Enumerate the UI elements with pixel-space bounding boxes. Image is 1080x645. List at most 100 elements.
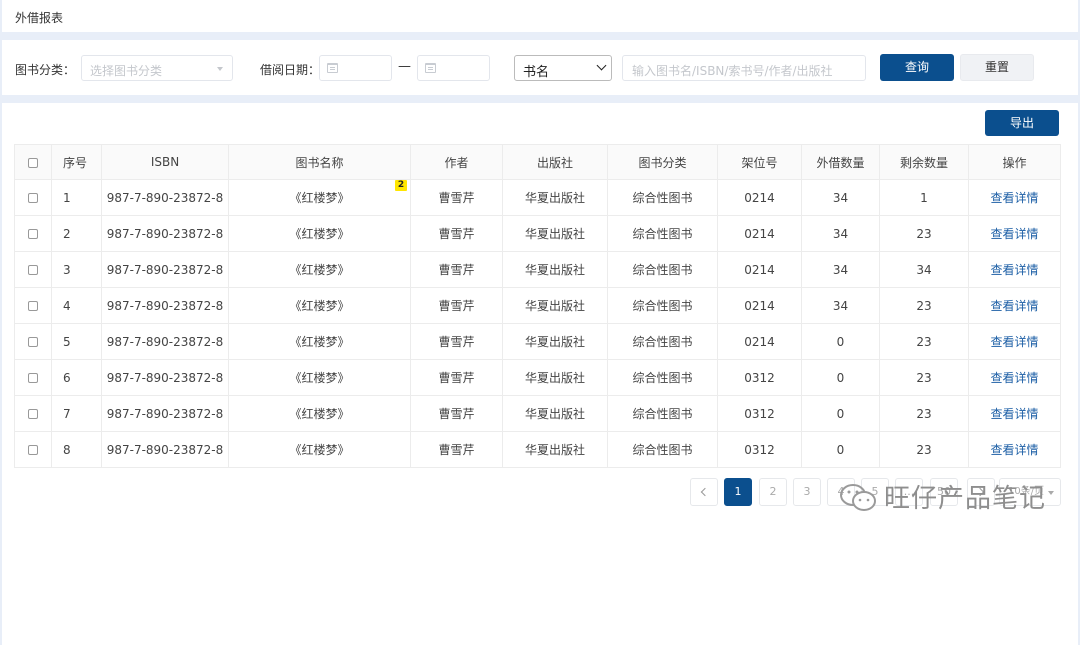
cell-author: 曹雪芹 — [410, 431, 503, 468]
category-placeholder: 选择图书分类 — [90, 64, 163, 78]
table-row: 3 987-7-890-23872-8 《红楼梦》 曹雪芹 华夏出版社 综合性图书 0214… — [14, 251, 1061, 288]
cell-category: 综合性图书 — [607, 215, 718, 252]
export-button[interactable]: 导出 — [985, 110, 1059, 136]
cell-no: 5 — [51, 323, 102, 360]
chevron-left-icon — [700, 487, 710, 497]
date-start-input[interactable] — [319, 55, 392, 81]
cell-isbn: 987-7-890-23872-8 — [101, 395, 229, 432]
cell-lent: 0 — [801, 323, 880, 360]
page-button[interactable]: 2 — [759, 478, 787, 506]
cell-isbn: 987-7-890-23872-8 — [101, 287, 229, 324]
prev-page-button[interactable] — [690, 478, 718, 506]
cell-title: 《红楼梦》 — [228, 431, 411, 468]
page-button[interactable]: 3 — [793, 478, 821, 506]
page-title: 外借报表 — [15, 11, 64, 25]
column-header: 剩余数量 — [879, 144, 969, 180]
row-checkbox[interactable] — [14, 359, 52, 396]
calendar-icon — [327, 63, 338, 73]
chevron-down-icon — [596, 60, 607, 71]
cell-title: 《红楼梦》 — [228, 251, 411, 288]
cell-remaining: 23 — [879, 431, 969, 468]
select-all-checkbox[interactable] — [14, 144, 52, 180]
cell-lent: 34 — [801, 287, 880, 324]
caret-down-icon — [217, 67, 223, 71]
table-row: 5 987-7-890-23872-8 《红楼梦》 曹雪芹 华夏出版社 综合性图书 0214… — [14, 323, 1061, 360]
view-details-link[interactable]: 查看详情 — [990, 443, 1038, 457]
row-checkbox[interactable] — [14, 179, 52, 216]
column-header: ISBN — [101, 144, 229, 180]
watermark-text: 旺仔产品笔记 — [884, 484, 1047, 514]
row-checkbox[interactable] — [14, 395, 52, 432]
action-cell: 查看详情 — [968, 287, 1061, 324]
action-cell: 查看详情 — [968, 251, 1061, 288]
page-button[interactable]: 1 — [724, 478, 752, 506]
cell-isbn: 987-7-890-23872-8 — [101, 359, 229, 396]
search-field-select[interactable]: 书名 — [514, 55, 612, 81]
cell-remaining: 23 — [879, 323, 969, 360]
cell-category: 综合性图书 — [607, 323, 718, 360]
table-row: 2 987-7-890-23872-8 《红楼梦》 曹雪芹 华夏出版社 综合性图书 0214… — [14, 215, 1061, 252]
column-header: 作者 — [410, 144, 503, 180]
cell-author: 曹雪芹 — [410, 179, 503, 216]
view-details-link[interactable]: 查看详情 — [990, 191, 1038, 205]
annotation-badge: 2 — [395, 180, 407, 191]
title-bar: 外借报表 — [2, 0, 1078, 32]
cell-publisher: 华夏出版社 — [502, 251, 608, 288]
cell-no: 2 — [51, 215, 102, 252]
cell-remaining: 23 — [879, 215, 969, 252]
action-cell: 查看详情 — [968, 395, 1061, 432]
cell-no: 7 — [51, 395, 102, 432]
row-checkbox[interactable] — [14, 251, 52, 288]
column-header: 图书名称 — [228, 144, 411, 180]
view-details-link[interactable]: 查看详情 — [990, 227, 1038, 241]
table-row: 6 987-7-890-23872-8 《红楼梦》 曹雪芹 华夏出版社 综合性图书 0312… — [14, 359, 1061, 396]
view-details-link[interactable]: 查看详情 — [990, 371, 1038, 385]
cell-no: 6 — [51, 359, 102, 396]
cell-remaining: 23 — [879, 395, 969, 432]
cell-author: 曹雪芹 — [410, 359, 503, 396]
cell-no: 1 — [51, 179, 102, 216]
column-header: 出版社 — [502, 144, 608, 180]
row-checkbox[interactable] — [14, 287, 52, 324]
date-end-input[interactable] — [417, 55, 490, 81]
cell-publisher: 华夏出版社 — [502, 323, 608, 360]
filter-bar: 图书分类： 选择图书分类 借阅日期： — 书名 输入图书名/ISBN/索书号/作… — [2, 40, 1078, 95]
date-label: 借阅日期： — [260, 63, 321, 77]
cell-author: 曹雪芹 — [410, 287, 503, 324]
cell-shelf: 0312 — [717, 359, 802, 396]
view-details-link[interactable]: 查看详情 — [990, 299, 1038, 313]
checkbox-icon — [28, 157, 38, 168]
cell-lent: 0 — [801, 395, 880, 432]
table-row: 1 987-7-890-23872-8 《红楼梦》 2 曹雪芹 华夏出版社 综合性图书 021… — [14, 179, 1061, 216]
action-cell: 查看详情 — [968, 359, 1061, 396]
cell-shelf: 0214 — [717, 251, 802, 288]
cell-lent: 34 — [801, 251, 880, 288]
view-details-link[interactable]: 查看详情 — [990, 263, 1038, 277]
cell-remaining: 23 — [879, 359, 969, 396]
view-details-link[interactable]: 查看详情 — [990, 407, 1038, 421]
cell-title: 《红楼梦》 — [228, 323, 411, 360]
row-checkbox[interactable] — [14, 323, 52, 360]
search-input[interactable]: 输入图书名/ISBN/索书号/作者/出版社 — [622, 55, 866, 81]
row-checkbox[interactable] — [14, 215, 52, 252]
query-button[interactable]: 查询 — [880, 54, 954, 81]
checkbox-icon — [28, 193, 38, 203]
cell-title: 《红楼梦》 — [228, 287, 411, 324]
column-header: 操作 — [968, 144, 1061, 180]
search-field-value: 书名 — [523, 65, 550, 80]
reset-button[interactable]: 重置 — [960, 54, 1034, 81]
cell-author: 曹雪芹 — [410, 215, 503, 252]
action-cell: 查看详情 — [968, 431, 1061, 468]
cell-category: 综合性图书 — [607, 287, 718, 324]
table-row: 4 987-7-890-23872-8 《红楼梦》 曹雪芹 华夏出版社 综合性图书 0214… — [14, 287, 1061, 324]
view-details-link[interactable]: 查看详情 — [990, 335, 1038, 349]
row-checkbox[interactable] — [14, 431, 52, 468]
cell-lent: 34 — [801, 179, 880, 216]
cell-publisher: 华夏出版社 — [502, 359, 608, 396]
category-select[interactable]: 选择图书分类 — [81, 55, 233, 81]
calendar-icon — [425, 63, 436, 73]
checkbox-icon — [28, 265, 38, 275]
column-header: 外借数量 — [801, 144, 880, 180]
cell-publisher: 华夏出版社 — [502, 215, 608, 252]
cell-title: 《红楼梦》 — [228, 359, 411, 396]
